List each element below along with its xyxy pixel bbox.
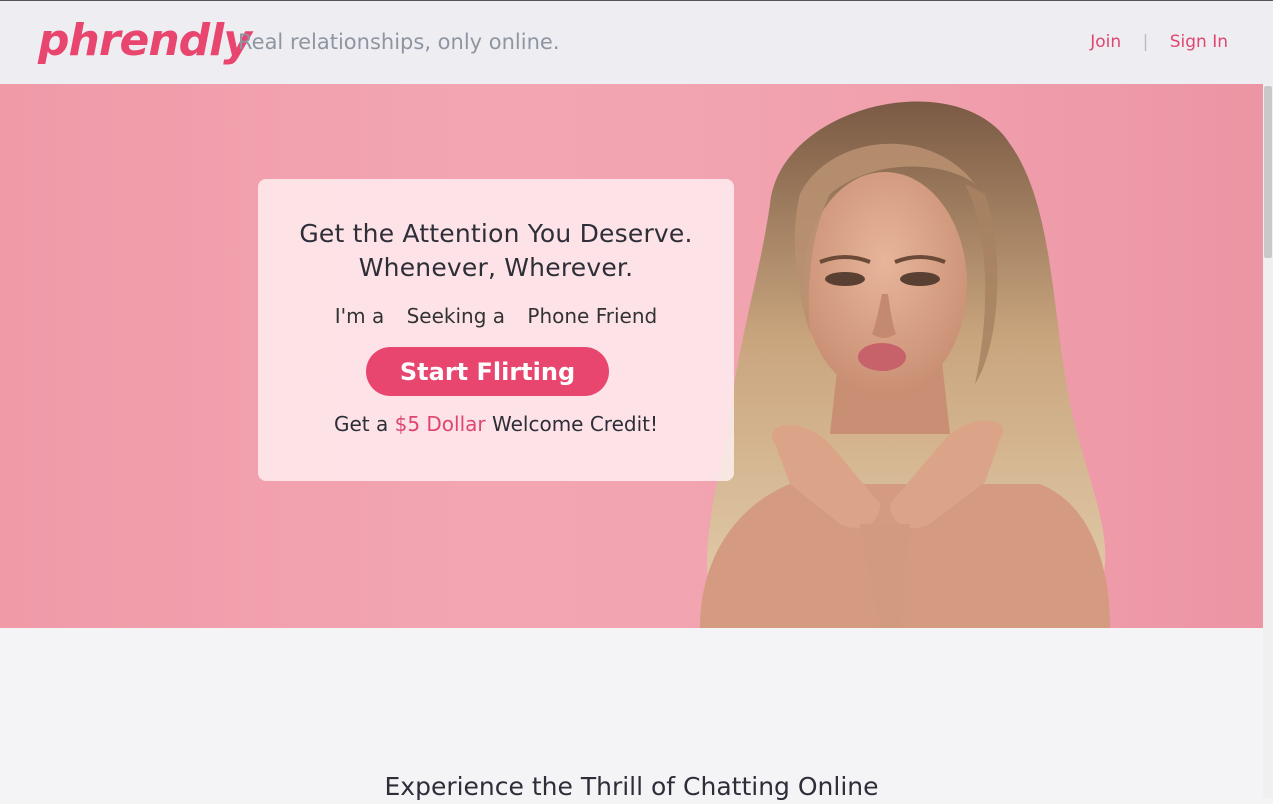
header-nav: Join | Sign In [1090,31,1228,53]
phrendly-logo[interactable]: phrendly [38,13,252,69]
gender-select-label[interactable]: I'm a [335,304,385,328]
headline-line-1: Get the Attention You Deserve. [299,219,693,248]
join-link[interactable]: Join [1090,32,1121,52]
scrollbar-thumb[interactable] [1264,86,1272,258]
section-title: Experience the Thrill of Chatting Online [384,772,879,801]
hero-banner: Get the Attention You Deserve. Whenever,… [0,84,1263,628]
credit-prefix: Get a [333,412,389,436]
tagline: Real relationships, only online. [238,30,560,54]
signup-card: Get the Attention You Deserve. Whenever,… [258,179,734,481]
credit-suffix: Welcome Credit! [492,412,659,436]
relationship-type-select[interactable]: Phone Friend [527,304,657,328]
sign-in-link[interactable]: Sign In [1170,32,1228,52]
credit-amount: $5 Dollar [394,412,486,436]
site-header: phrendly Real relationships, only online… [0,1,1273,84]
welcome-credit-text: Get a $5 Dollar Welcome Credit! [258,411,734,437]
headline-line-2: Whenever, Wherever. [358,253,634,282]
left-eye [825,272,865,286]
seeking-selector: I'm a Seeking a Phone Friend [258,303,734,329]
seeking-select-label[interactable]: Seeking a [407,304,505,328]
nav-separator: | [1142,32,1149,52]
lips-shape [858,343,906,371]
hero-headline: Get the Attention You Deserve. Whenever,… [258,217,734,285]
right-eye [900,272,940,286]
start-flirting-button[interactable]: Start Flirting [366,347,609,396]
